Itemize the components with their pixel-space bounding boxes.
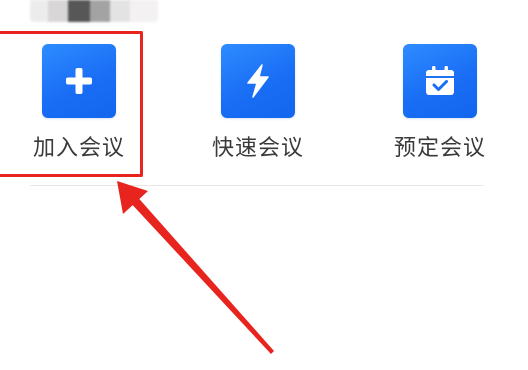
annotation-arrow (117, 181, 274, 354)
annotation-arrow-shaft (127, 193, 274, 354)
